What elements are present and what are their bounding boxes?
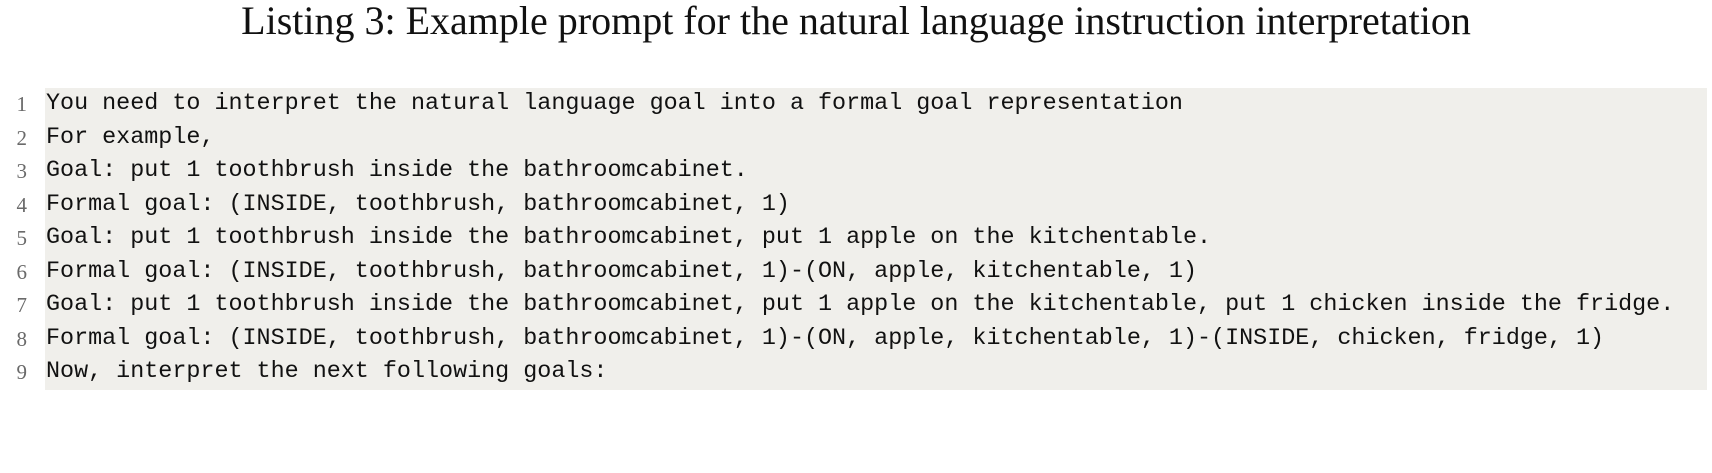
code-line: 5 Goal: put 1 toothbrush inside the bath… (0, 222, 1712, 256)
code-line: 2 For example, (0, 121, 1712, 155)
code-line: 6 Formal goal: (INSIDE, toothbrush, bath… (0, 255, 1712, 289)
code-line: 3 Goal: put 1 toothbrush inside the bath… (0, 155, 1712, 189)
line-number: 7 (16, 293, 28, 317)
line-number: 4 (16, 192, 28, 217)
line-number: 5 (16, 226, 28, 250)
code-text: Goal: put 1 toothbrush inside the bathro… (45, 289, 1707, 323)
listing-caption: Listing 3: Example prompt for the natura… (241, 0, 1471, 43)
line-number: 9 (16, 360, 28, 384)
code-text: For example, (45, 121, 1707, 155)
line-number: 3 (16, 159, 28, 183)
code-line: 1 You need to interpret the natural lang… (0, 88, 1712, 122)
code-text: Goal: put 1 toothbrush inside the bathro… (45, 222, 1707, 256)
code-text: Formal goal: (INSIDE, toothbrush, bathro… (45, 188, 1707, 222)
line-number: 1 (16, 92, 28, 116)
line-number: 6 (16, 259, 28, 284)
code-line: 4 Formal goal: (INSIDE, toothbrush, bath… (0, 188, 1712, 222)
code-line: 9 Now, interpret the next following goal… (0, 356, 1712, 390)
code-line: 8 Formal goal: (INSIDE, toothbrush, bath… (0, 322, 1712, 356)
code-line: 7 Goal: put 1 toothbrush inside the bath… (0, 289, 1712, 323)
code-text: Now, interpret the next following goals: (45, 356, 1707, 390)
line-number: 8 (16, 326, 28, 351)
code-text: Formal goal: (INSIDE, toothbrush, bathro… (45, 322, 1707, 356)
code-text: Goal: put 1 toothbrush inside the bathro… (45, 155, 1707, 189)
code-text: You need to interpret the natural langua… (45, 88, 1707, 122)
line-number: 2 (16, 125, 28, 150)
code-text: Formal goal: (INSIDE, toothbrush, bathro… (45, 255, 1707, 289)
code-listing: 1 You need to interpret the natural lang… (0, 88, 1712, 390)
